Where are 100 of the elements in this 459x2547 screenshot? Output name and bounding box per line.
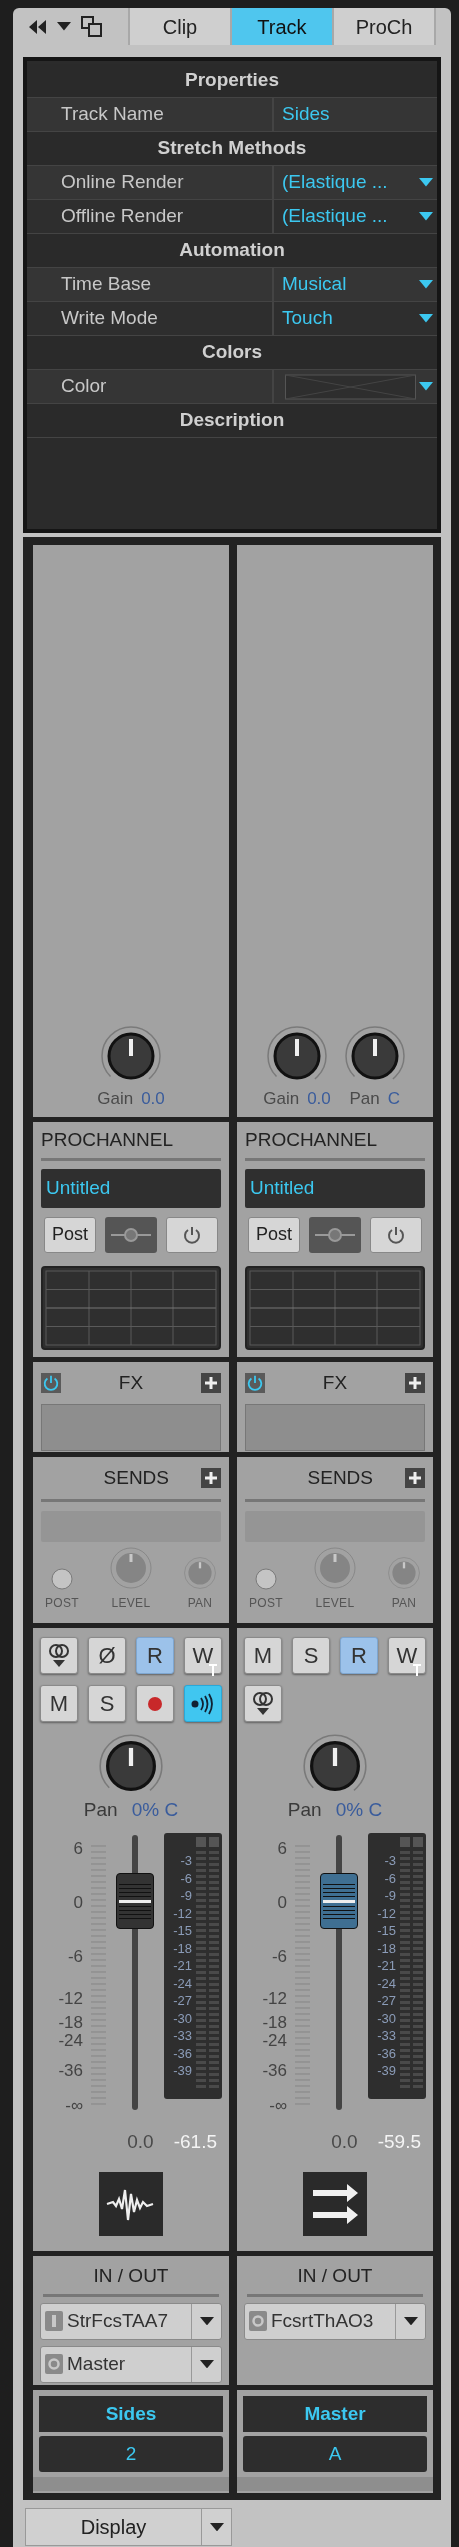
meter-scale-label: -6 bbox=[384, 1870, 396, 1886]
arrows-icon[interactable] bbox=[303, 2171, 367, 2236]
preset-field[interactable]: Untitled bbox=[41, 1168, 221, 1208]
caret-icon bbox=[419, 314, 433, 323]
routing-name: Master bbox=[66, 2352, 127, 2376]
input-icon bbox=[48, 1642, 70, 1669]
solo-button[interactable]: S bbox=[88, 1685, 126, 1722]
meter-scale-label: -33 bbox=[173, 2028, 192, 2044]
caret-icon bbox=[199, 2360, 214, 2369]
fader-thumb[interactable] bbox=[116, 1873, 154, 1930]
add-button[interactable] bbox=[405, 1468, 425, 1489]
add-button[interactable] bbox=[201, 1468, 221, 1489]
property-row[interactable]: Color bbox=[27, 370, 437, 404]
routing-name: FcsrtThAO3 bbox=[270, 2309, 375, 2333]
caret-icon bbox=[419, 178, 433, 187]
input-button[interactable] bbox=[244, 1685, 282, 1722]
post-button[interactable]: Post bbox=[44, 1216, 96, 1253]
output-port-icon bbox=[45, 2354, 63, 2375]
read-button[interactable]: R bbox=[136, 1637, 174, 1674]
link-button[interactable] bbox=[105, 1216, 157, 1253]
routing-dropdown[interactable]: FcsrtThAO3 bbox=[244, 2302, 426, 2340]
knob-value: C bbox=[387, 1090, 401, 1107]
caret-icon bbox=[419, 212, 433, 221]
inspector-tab[interactable]: Clip bbox=[130, 8, 232, 45]
power-button[interactable] bbox=[370, 1216, 422, 1253]
meter-scale-label: -15 bbox=[377, 1923, 396, 1939]
knob-value: 0.0 bbox=[141, 1090, 165, 1107]
fx-power-button[interactable] bbox=[245, 1373, 265, 1394]
property-value: Musical bbox=[282, 272, 348, 297]
property-value: (Elastique ... bbox=[282, 204, 389, 229]
power-icon bbox=[246, 1374, 264, 1393]
fader-scale-label: 0 bbox=[73, 1893, 83, 1911]
fx-power-button[interactable] bbox=[41, 1373, 61, 1394]
meter-scale-label: -6 bbox=[180, 1870, 192, 1886]
mute-button[interactable]: M bbox=[244, 1637, 282, 1674]
meter-scale-label: -15 bbox=[173, 1923, 192, 1939]
input-button[interactable] bbox=[40, 1637, 78, 1674]
power-icon bbox=[182, 1224, 202, 1245]
caret-icon bbox=[403, 2317, 418, 2326]
routing-dropdown[interactable]: StrFcsTAA7 bbox=[40, 2302, 222, 2340]
meter-scale-label: -21 bbox=[173, 1958, 192, 1974]
display-dropdown[interactable]: Display bbox=[25, 2508, 232, 2546]
property-row[interactable]: Track Name Sides bbox=[27, 98, 437, 132]
touch-mode-icon bbox=[209, 1664, 218, 1676]
power-icon bbox=[386, 1224, 406, 1245]
routing-dropdown[interactable]: Master bbox=[40, 2345, 222, 2383]
meter-scale-label: -3 bbox=[384, 1853, 396, 1869]
prochannel-title: PROCHANNEL bbox=[245, 1128, 378, 1152]
knob-label: Gain bbox=[263, 1090, 300, 1107]
meter-scale-label: -18 bbox=[173, 1940, 192, 1956]
power-button[interactable] bbox=[166, 1216, 218, 1253]
add-button[interactable] bbox=[405, 1373, 425, 1394]
phase-button[interactable]: Ø bbox=[88, 1637, 126, 1674]
fader-scale-label: -12 bbox=[262, 1989, 287, 2007]
input-icon bbox=[252, 1690, 274, 1717]
post-button[interactable]: Post bbox=[248, 1216, 300, 1253]
read-button[interactable]: R bbox=[340, 1637, 378, 1674]
property-row[interactable]: Offline Render (Elastique ... bbox=[27, 200, 437, 234]
fader-scale-label: 6 bbox=[277, 1839, 287, 1857]
volume-reading: 0.0 bbox=[127, 2130, 154, 2154]
collapse-icon[interactable] bbox=[29, 19, 47, 34]
peak-reading: -59.5 bbox=[377, 2130, 421, 2154]
fader-thumb[interactable] bbox=[320, 1873, 358, 1930]
property-row[interactable]: Write Mode Touch bbox=[27, 302, 437, 336]
preset-field[interactable]: Untitled bbox=[245, 1168, 425, 1208]
track-name[interactable]: Master bbox=[243, 2396, 427, 2432]
property-row[interactable]: Online Render (Elastique ... bbox=[27, 166, 437, 200]
track-number: A bbox=[243, 2436, 427, 2472]
fader-scale-label: -18 bbox=[58, 2013, 83, 2031]
io-title: IN / OUT bbox=[92, 2264, 170, 2288]
color-swatch[interactable] bbox=[282, 373, 419, 400]
add-button[interactable] bbox=[201, 1373, 221, 1394]
send-label: POST bbox=[45, 1594, 79, 1612]
mute-button[interactable]: M bbox=[40, 1685, 78, 1722]
meter-scale-label: -33 bbox=[377, 2028, 396, 2044]
send-label: LEVEL bbox=[111, 1594, 151, 1612]
inspector-tab[interactable]: ProCh bbox=[334, 8, 436, 45]
echo-button[interactable] bbox=[184, 1685, 222, 1722]
fader-scale-label: -6 bbox=[67, 1947, 83, 1965]
window-icon[interactable] bbox=[81, 15, 103, 38]
fader-scale-label: -12 bbox=[58, 1989, 83, 2007]
send-label: PAN bbox=[187, 1594, 213, 1612]
meter-scale-label: -30 bbox=[173, 2010, 192, 2026]
meter-scale-label: -24 bbox=[173, 1975, 192, 1991]
write-button[interactable]: W bbox=[388, 1637, 426, 1674]
link-button[interactable] bbox=[309, 1216, 361, 1253]
input-port-icon bbox=[45, 2311, 63, 2332]
inspector-tab[interactable]: Track bbox=[232, 8, 334, 45]
meter-scale-label: -3 bbox=[180, 1853, 192, 1869]
solo-button[interactable]: S bbox=[292, 1637, 330, 1674]
fx-title: FX bbox=[322, 1371, 348, 1395]
prochannel-title: PROCHANNEL bbox=[41, 1128, 174, 1152]
track-name[interactable]: Sides bbox=[39, 2396, 223, 2432]
arm-button[interactable] bbox=[136, 1685, 174, 1722]
meter-scale-label: -27 bbox=[377, 1993, 396, 2009]
waveform-icon[interactable] bbox=[99, 2171, 163, 2236]
property-row[interactable]: Time Base Musical bbox=[27, 268, 437, 302]
sends-title: SENDS bbox=[103, 1466, 169, 1490]
write-button[interactable]: W bbox=[184, 1637, 222, 1674]
plus-icon bbox=[409, 1472, 421, 1485]
